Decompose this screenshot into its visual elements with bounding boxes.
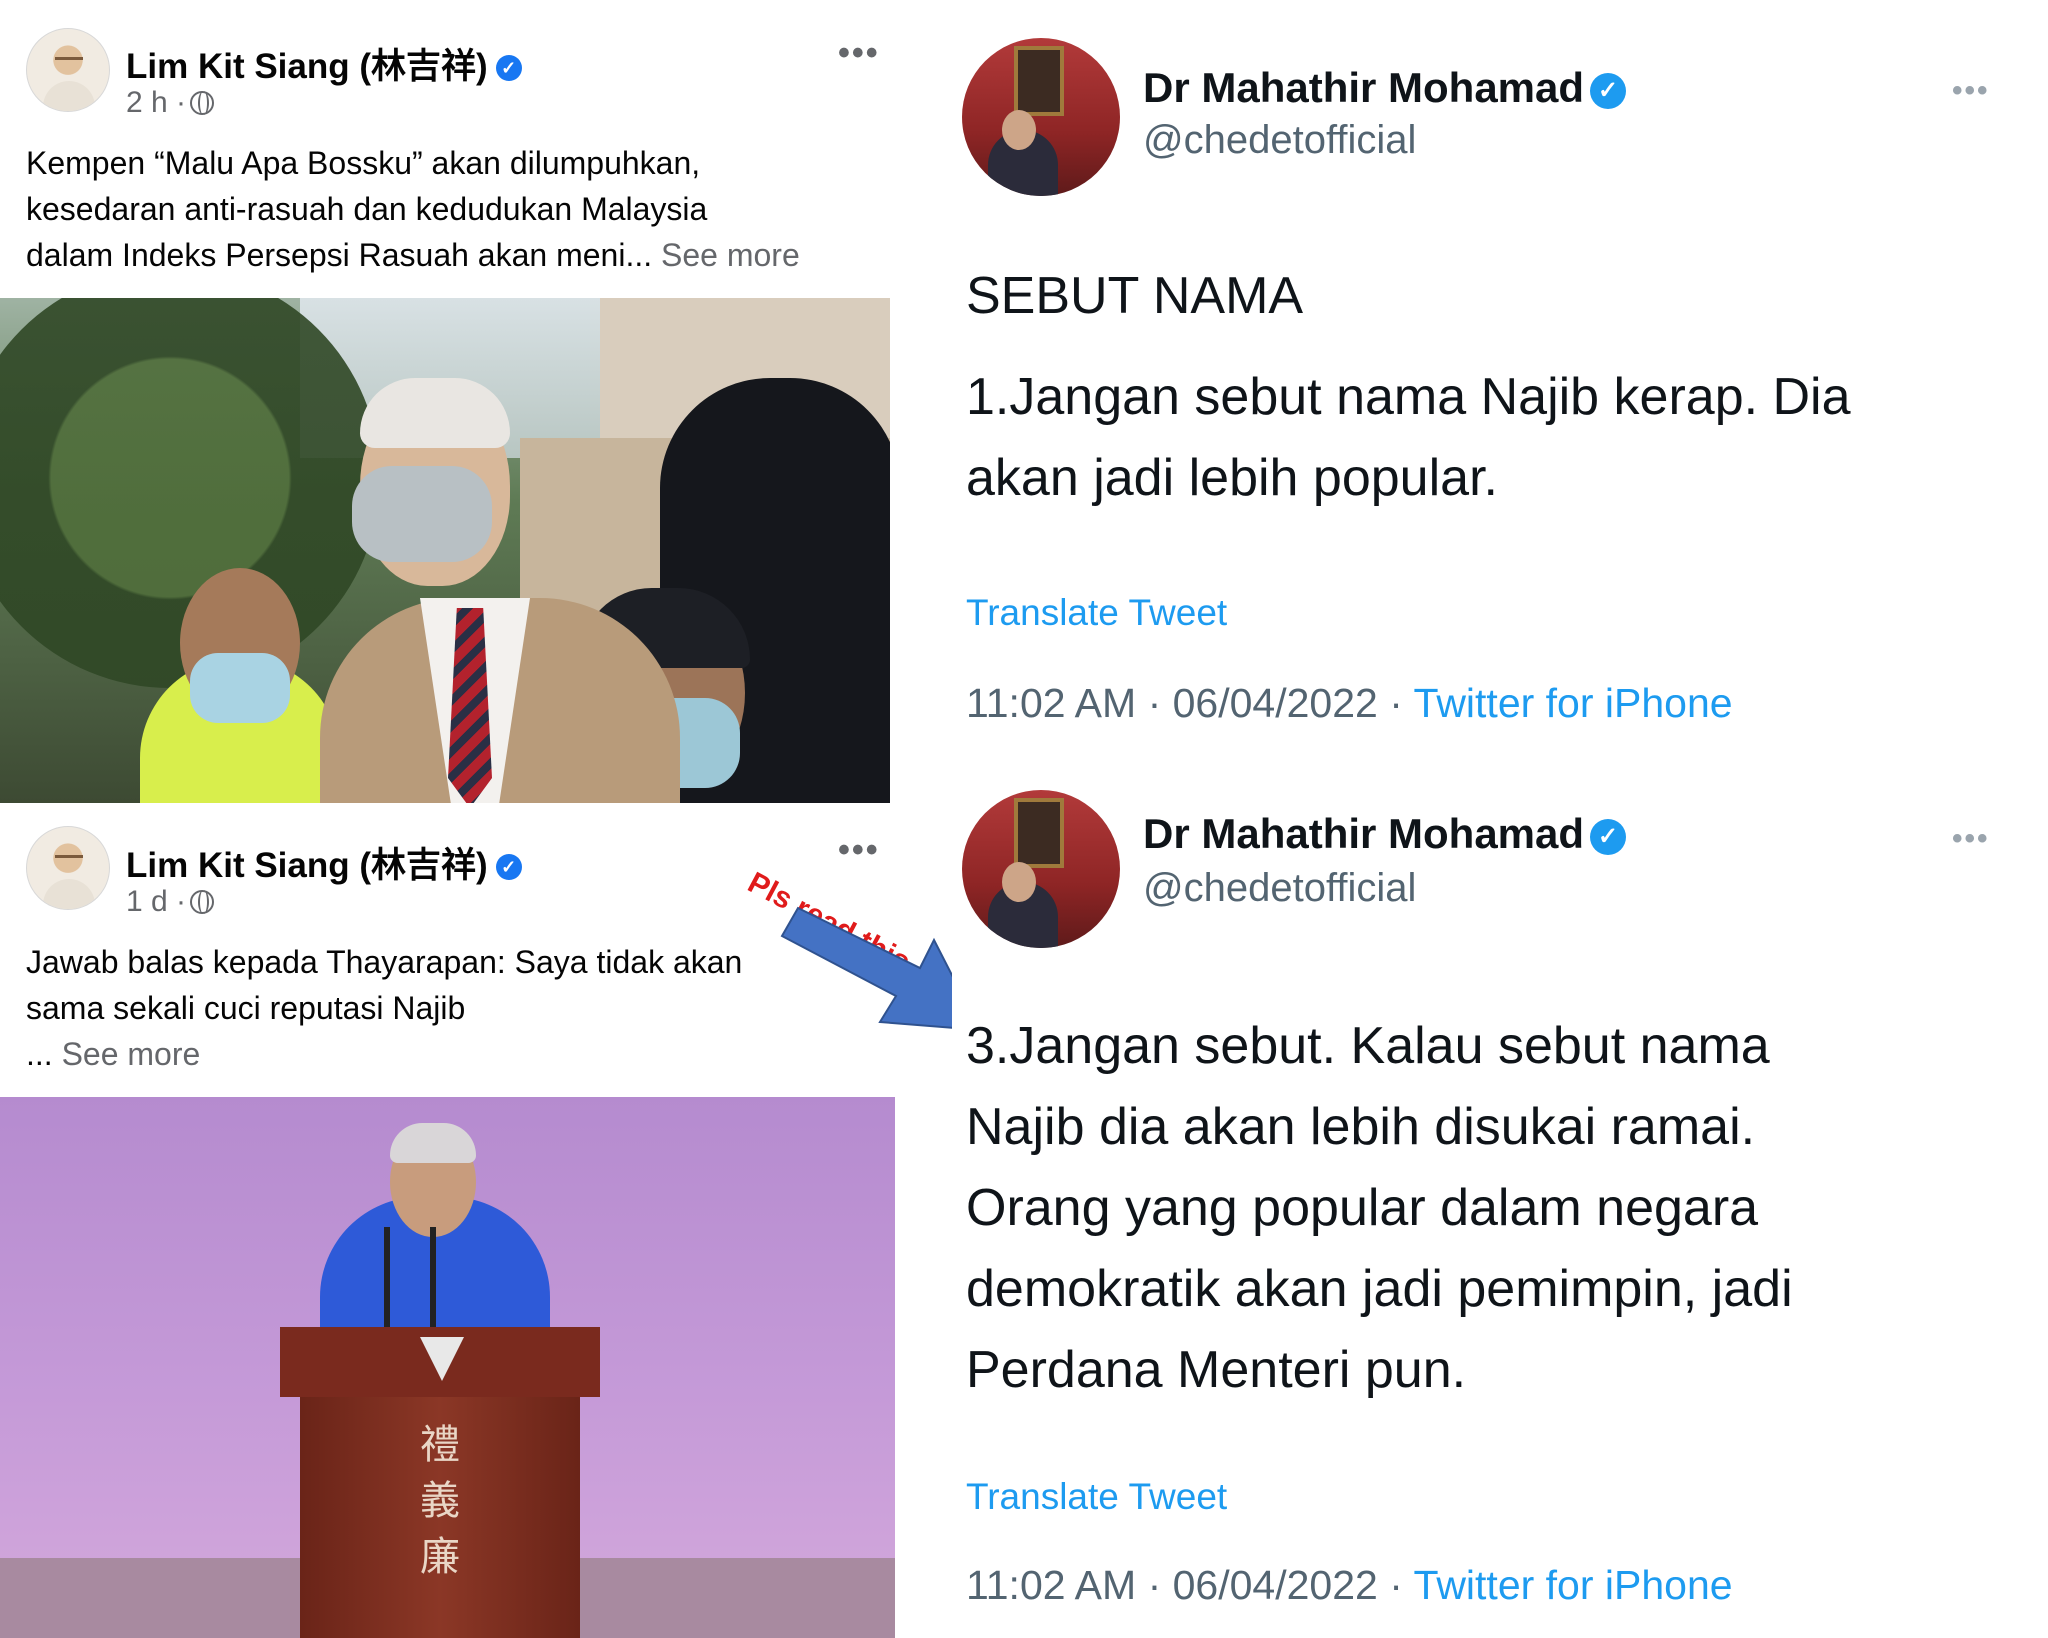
more-options-icon[interactable]: •••	[1952, 822, 1990, 856]
verified-badge-icon: ✓	[495, 854, 522, 880]
avatar[interactable]	[26, 28, 110, 112]
see-more-link[interactable]: See more	[661, 237, 800, 273]
facebook-post: Lim Kit Siang (林吉祥) ✓ 2 h · ••• Kempen “M…	[0, 0, 895, 805]
more-options-icon[interactable]: •••	[1952, 74, 1990, 108]
twitter-column: Dr Mahathir Mohamad ✓ @chedetofficial •••…	[952, 0, 2048, 1638]
translate-tweet-link[interactable]: Translate Tweet	[966, 1476, 1227, 1518]
more-options-icon[interactable]: •••	[838, 833, 880, 867]
facebook-post: Lim Kit Siang (林吉祥) ✓ 1 d · ••• Jawab bal…	[0, 805, 895, 1638]
verified-badge-icon: ✓	[495, 55, 522, 81]
post-timestamp: 2 h ·	[126, 86, 215, 120]
post-author[interactable]: Lim Kit Siang (林吉祥) ✓	[126, 837, 522, 888]
avatar[interactable]	[26, 826, 110, 910]
more-options-icon[interactable]: •••	[838, 36, 880, 70]
post-photo[interactable]: 禮義廉	[0, 1097, 895, 1638]
tweet-handle[interactable]: @chedetofficial	[1143, 118, 1416, 163]
globe-icon	[190, 91, 215, 115]
tweet-author[interactable]: Dr Mahathir Mohamad ✓	[1143, 810, 1627, 858]
post-text: Jawab balas kepada Thayarapan: Saya tida…	[26, 944, 743, 1072]
verified-badge-icon: ✓	[1590, 819, 1627, 855]
tweet-timestamp: 11:02 AM · 06/04/2022 · Twitter for iPho…	[966, 1562, 1733, 1608]
podium-inscription: 禮義廉	[420, 1422, 460, 1580]
post-photo[interactable]	[0, 298, 890, 803]
avatar[interactable]	[962, 38, 1120, 196]
tweet-author[interactable]: Dr Mahathir Mohamad ✓	[1143, 64, 1627, 112]
post-timestamp: 1 d ·	[126, 885, 215, 919]
post-text: Kempen “Malu Apa Bossku” akan dilumpuhka…	[26, 145, 800, 273]
tweet-text: SEBUT NAMA 1.Jangan sebut nama Najib ker…	[966, 267, 1851, 507]
post-author[interactable]: Lim Kit Siang (林吉祥) ✓	[126, 38, 522, 89]
tweet-source-link[interactable]: Twitter for iPhone	[1414, 1562, 1733, 1608]
tweet-source-link[interactable]: Twitter for iPhone	[1414, 680, 1733, 726]
facebook-column: Lim Kit Siang (林吉祥) ✓ 2 h · ••• Kempen “M…	[0, 0, 895, 1638]
verified-badge-icon: ✓	[1590, 73, 1627, 109]
tweet-handle[interactable]: @chedetofficial	[1143, 866, 1416, 911]
avatar[interactable]	[962, 790, 1120, 948]
tweet-text: 3.Jangan sebut. Kalau sebut nama Najib d…	[966, 1017, 1793, 1399]
translate-tweet-link[interactable]: Translate Tweet	[966, 592, 1227, 634]
see-more-link[interactable]: See more	[62, 1036, 201, 1072]
tweet-timestamp: 11:02 AM · 06/04/2022 · Twitter for iPho…	[966, 680, 1733, 726]
tweet: Dr Mahathir Mohamad ✓ @chedetofficial •••…	[952, 0, 2048, 770]
tweet: Dr Mahathir Mohamad ✓ @chedetofficial •••…	[952, 770, 2048, 1638]
globe-icon	[190, 890, 215, 914]
